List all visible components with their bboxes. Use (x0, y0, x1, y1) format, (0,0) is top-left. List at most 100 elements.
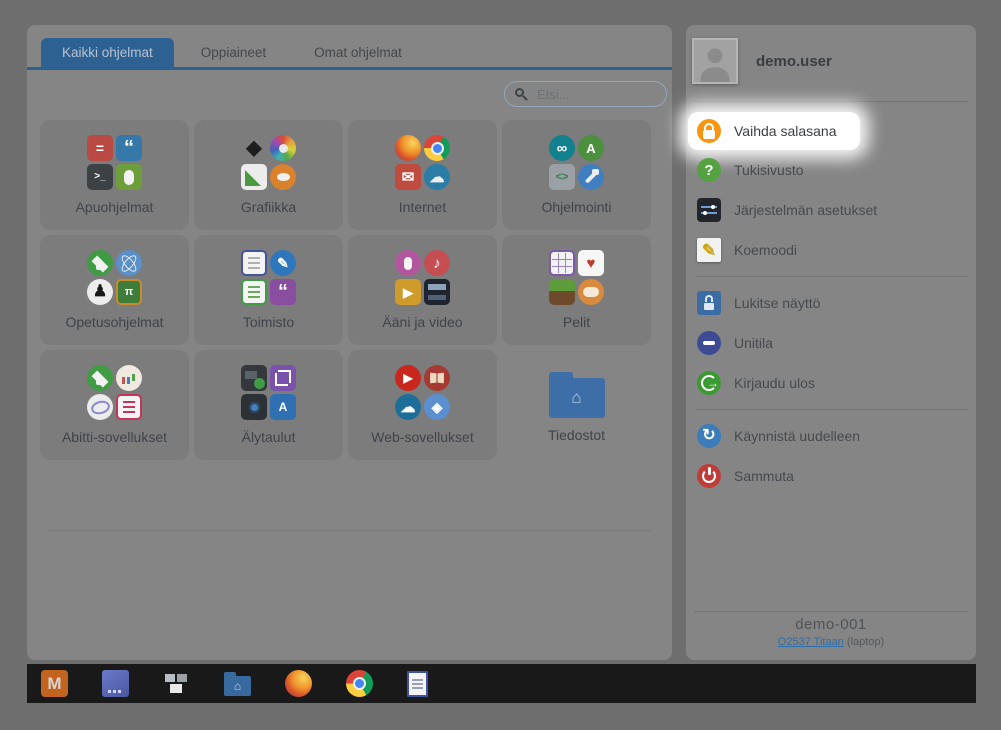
taskbar-desktop-icon[interactable] (102, 670, 129, 697)
menu-item-sammuta[interactable]: Sammuta (688, 456, 976, 496)
tile-icon-grid: ♪▶ (395, 250, 450, 305)
tile-icon-grid: ✉☁ (395, 135, 450, 190)
home-glyph: ⌂ (571, 388, 581, 408)
youtube-icon: ▶ (395, 365, 421, 391)
search-box (504, 81, 667, 107)
settings-sliders-icon (697, 198, 721, 222)
sudoku-icon (549, 250, 575, 276)
help-icon: ? (697, 158, 721, 182)
menu-item-kaynnista-uudelleen[interactable]: ↻ Käynnistä uudelleen (688, 416, 976, 456)
cloud-service-icon: ☁ (395, 394, 421, 420)
tile-icon-grid: ▶ ☁◈ (395, 365, 450, 420)
taskbar-writer-icon[interactable] (407, 671, 428, 697)
tab-kaikki-ohjelmat[interactable]: Kaikki ohjelmat (41, 38, 174, 67)
tile-pelit[interactable]: ♥ Pelit (502, 235, 651, 345)
tile-label: Internet (399, 199, 446, 215)
tile-abitti-sovellukset[interactable]: Abitti-sovellukset (40, 350, 189, 460)
tile-icon-grid (87, 365, 142, 420)
taskbar-file-manager-icon[interactable]: ⌂ (224, 676, 251, 696)
video-play-icon: ▶ (395, 279, 421, 305)
machine-link[interactable]: O2537 Titaan (778, 636, 844, 648)
video-editor-icon (424, 279, 450, 305)
menu-item-label: Kirjaudu ulos (734, 375, 815, 391)
lock-icon (697, 119, 721, 143)
tile-label: Pelit (563, 314, 590, 330)
exam-pencil-icon: ✎ (697, 238, 721, 262)
tile-icon-grid: ∞A<> (549, 135, 604, 190)
screen-draw-icon (241, 365, 267, 391)
menu-item-tukisivusto[interactable]: ? Tukisivusto (688, 150, 976, 190)
search-input[interactable] (535, 86, 649, 103)
menu-item-unitila[interactable]: Unitila (688, 323, 976, 363)
tile-opetusohjelmat[interactable]: ♟π Opetusohjelmat (40, 235, 189, 345)
screen-lock-icon (697, 291, 721, 315)
tile-label: Ohjelmointi (541, 199, 611, 215)
menu-item-jarjestelman-asetukset[interactable]: Järjestelmän asetukset (688, 190, 976, 230)
menu-item-label: Unitila (734, 335, 773, 351)
browser-compass-icon: ◈ (424, 394, 450, 420)
inkscape-icon: ◆ (241, 135, 267, 161)
user-menu: Vaihda salasana? Tukisivusto Järjestelmän … (686, 108, 976, 496)
tile-alytaulut[interactable]: A Älytaulut (194, 350, 343, 460)
card-game-icon: ♥ (578, 250, 604, 276)
menu-item-label: Lukitse näyttö (734, 295, 820, 311)
quotes-icon: “ (116, 135, 142, 161)
tile-web-sovellukset[interactable]: ▶ ☁◈ Web-sovellukset (348, 350, 497, 460)
tab-omat-ohjelmat[interactable]: Omat ohjelmat (293, 38, 423, 67)
tab-oppiaineet[interactable]: Oppiaineet (180, 38, 287, 67)
minecraft-icon (549, 279, 575, 305)
restart-icon: ↻ (697, 424, 721, 448)
color-wheel-icon (270, 135, 296, 161)
tile-icon-grid: ♥ (549, 250, 604, 305)
machine-info: O2537 Titaan (laptop) (686, 636, 976, 648)
avatar (692, 38, 738, 84)
menu-item-kirjaudu-ulos[interactable]: Kirjaudu ulos (688, 363, 976, 403)
tile-toimisto[interactable]: ✎“Toimisto (194, 235, 343, 345)
taskbar-window-tiles-icon[interactable] (163, 670, 190, 697)
text-tool-icon: A (270, 394, 296, 420)
tile-label: Ääni ja video (382, 314, 462, 330)
impress-doc-icon (116, 394, 142, 420)
tile-ohjelmointi[interactable]: ∞A<> Ohjelmointi (502, 120, 651, 230)
sidebar-footer: demo-001 O2537 Titaan (laptop) (686, 616, 976, 648)
chrome-icon (424, 135, 450, 161)
taskbar-menu-button[interactable]: M (41, 670, 68, 697)
pen-icon: ✎ (270, 250, 296, 276)
tile-label: Abitti-sovellukset (62, 429, 167, 445)
education-icon (87, 250, 113, 276)
crop-icon (270, 365, 296, 391)
tile-grafiikka[interactable]: ◆Grafiikka (194, 120, 343, 230)
shutdown-icon (697, 464, 721, 488)
tux-icon: ♟ (87, 279, 113, 305)
menu-item-lukitse-naytto[interactable]: Lukitse näyttö (688, 283, 976, 323)
divider (696, 409, 968, 410)
taskbar-chrome-icon[interactable] (346, 670, 373, 697)
user-name: demo.user (756, 53, 832, 70)
tile-label: Web-sovellukset (371, 429, 473, 445)
menu-item-label: Tukisivusto (734, 162, 804, 178)
menu-item-vaihda-salasana[interactable]: Vaihda salasana (688, 112, 860, 150)
tile-label: Toimisto (243, 314, 294, 330)
search-icon (515, 88, 528, 101)
blender-icon (270, 164, 296, 190)
tile-icon-grid: A (241, 365, 296, 420)
taskbar-firefox-icon[interactable] (285, 670, 312, 697)
writer-doc-icon (241, 250, 267, 276)
divider (696, 276, 968, 277)
menu-item-label: Järjestelmän asetukset (734, 202, 877, 218)
menu-item-label: Käynnistä uudelleen (734, 428, 860, 444)
tile-label: Älytaulut (242, 429, 296, 445)
tile-apuohjelmat[interactable]: =“>_Apuohjelmat (40, 120, 189, 230)
tile-tiedostot[interactable]: ⌂Tiedostot (502, 350, 651, 460)
divider (694, 101, 968, 102)
divider (47, 530, 652, 531)
launcher-panel: Kaikki ohjelmatOppiaineetOmat ohjelmat =… (27, 25, 672, 660)
menu-item-koemoodi[interactable]: ✎Koemoodi (688, 230, 976, 270)
chalkboard-icon: π (116, 279, 142, 305)
tab-bar: Kaikki ohjelmatOppiaineetOmat ohjelmat (27, 25, 672, 70)
tile-label: Opetusohjelmat (65, 314, 163, 330)
abitti-icon (87, 365, 113, 391)
tile-internet[interactable]: ✉☁ Internet (348, 120, 497, 230)
geogebra-icon (87, 394, 113, 420)
tile-aani-ja-video[interactable]: ♪▶ Ääni ja video (348, 235, 497, 345)
